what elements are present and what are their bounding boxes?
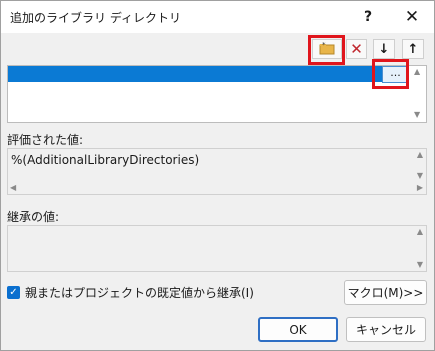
inherit-checkbox-row[interactable]: ✓ 親またはプロジェクトの既定値から継承(I)	[7, 284, 254, 301]
dialog-window: 追加のライブラリ ディレクトリ ? ✕ * ✕ ↓ ↑ ... ▲ ▼ 評価され…	[0, 0, 435, 351]
move-up-button[interactable]: ↑	[402, 39, 424, 59]
inherited-value-box: ▲ ▼	[7, 225, 427, 272]
arrow-down-icon: ↓	[378, 41, 390, 57]
selected-row[interactable]	[8, 66, 407, 82]
inherited-label: 継承の値:	[7, 210, 60, 224]
scroll-down-icon[interactable]: ▼	[414, 110, 420, 119]
cancel-button[interactable]: キャンセル	[346, 317, 426, 342]
scroll-right-icon[interactable]: ▶	[417, 183, 423, 192]
evaluated-value: %(AdditionalLibraryDirectories)	[11, 153, 200, 167]
inherit-checkbox-label: 親またはプロジェクトの既定値から継承(I)	[25, 286, 254, 300]
ok-button[interactable]: OK	[258, 317, 338, 342]
scroll-left-icon[interactable]: ◀	[10, 183, 16, 192]
scroll-down-icon-eval[interactable]: ▼	[417, 171, 423, 180]
scroll-up-icon-eval[interactable]: ▲	[417, 150, 423, 159]
evaluated-label: 評価された値:	[7, 133, 84, 147]
evaluated-value-box: %(AdditionalLibraryDirectories) ◀ ▲ ▼ ▶	[7, 148, 427, 195]
inherit-checkbox[interactable]: ✓	[7, 286, 20, 299]
close-button[interactable]: ✕	[397, 1, 427, 33]
scroll-down-icon-inh[interactable]: ▼	[417, 260, 423, 269]
new-folder-icon: *	[318, 41, 336, 58]
new-line-button[interactable]: *	[312, 39, 342, 59]
delete-button[interactable]: ✕	[346, 39, 367, 59]
delete-x-icon: ✕	[350, 40, 363, 58]
macro-button[interactable]: マクロ(M)>>	[344, 280, 427, 305]
directory-list[interactable]: ... ▲ ▼	[7, 65, 427, 123]
list-scrollbar[interactable]: ▲ ▼	[410, 66, 426, 122]
arrow-up-icon: ↑	[407, 41, 419, 57]
svg-text:*: *	[322, 41, 326, 49]
move-down-button[interactable]: ↓	[373, 39, 395, 59]
browse-button[interactable]: ...	[382, 66, 409, 83]
window-title: 追加のライブラリ ディレクトリ	[10, 11, 181, 25]
scroll-up-icon[interactable]: ▲	[414, 67, 420, 76]
scroll-up-icon-inh[interactable]: ▲	[417, 227, 423, 236]
help-button[interactable]: ?	[353, 1, 383, 33]
title-bar: 追加のライブラリ ディレクトリ ? ✕	[1, 1, 434, 33]
